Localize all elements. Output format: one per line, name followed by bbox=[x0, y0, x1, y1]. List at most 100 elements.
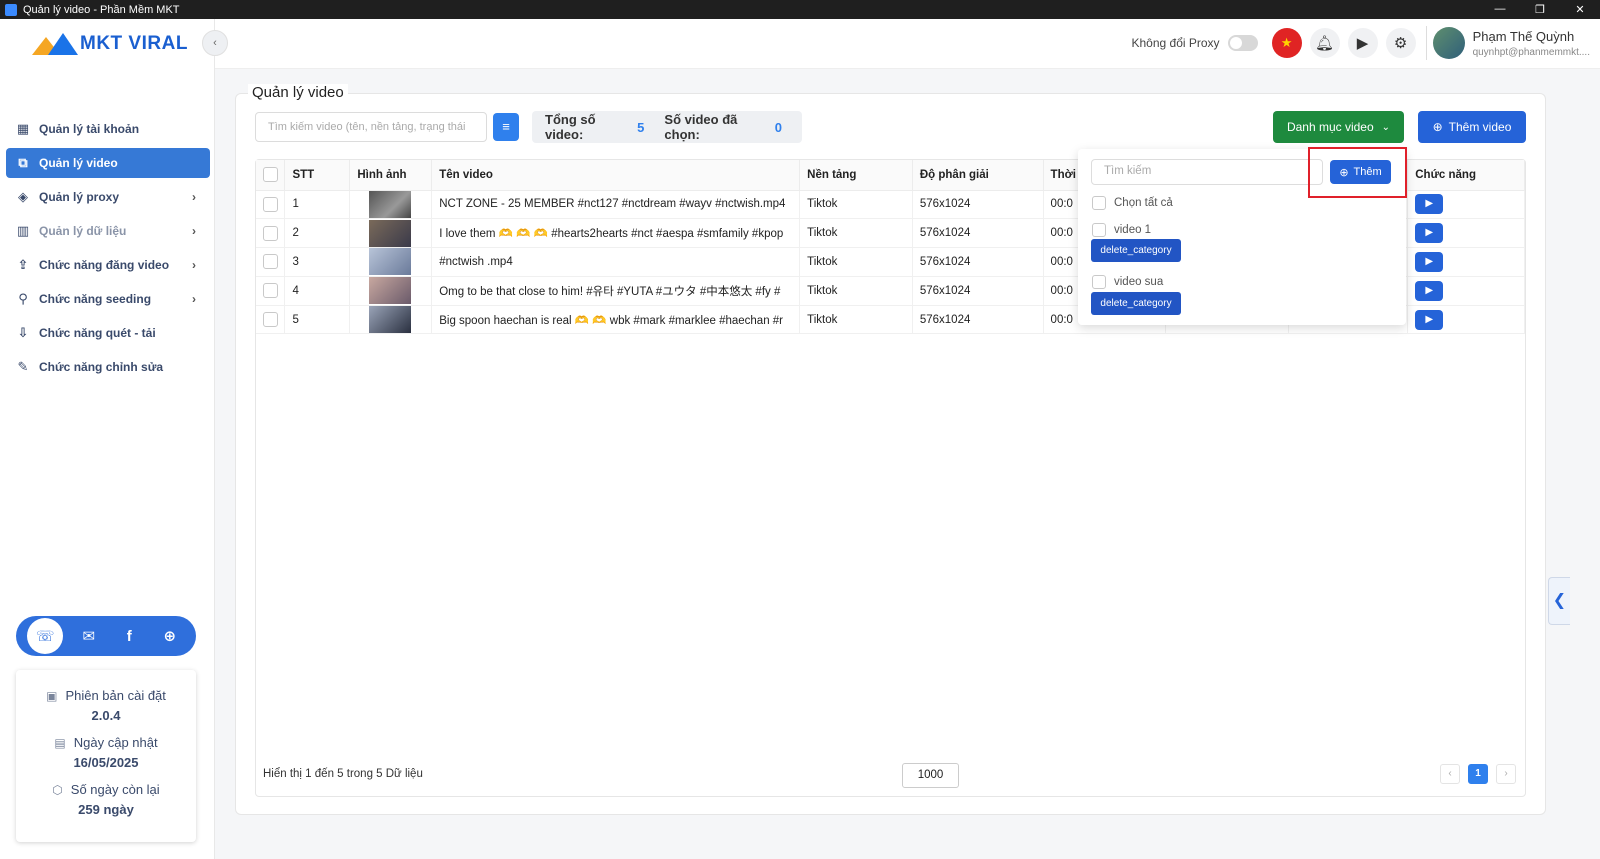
logo[interactable]: MKT VIRAL bbox=[32, 33, 188, 55]
sidebar-item-seeding[interactable]: ⚲ Chức năng seeding › bbox=[6, 284, 210, 314]
row-name: Big spoon haechan is real 🫶 🫶 wbk #mark … bbox=[431, 305, 801, 335]
facebook-icon[interactable]: f bbox=[114, 621, 144, 651]
col-stt: STT bbox=[284, 160, 351, 191]
days-label: Số ngày còn lại bbox=[70, 782, 160, 797]
play-button[interactable]: ▶ bbox=[1415, 280, 1444, 301]
sidebar-item-edit[interactable]: ✎ Chức năng chỉnh sửa bbox=[6, 352, 210, 382]
row-name: Omg to be that close to him! #유타 #YUTA #… bbox=[431, 276, 801, 306]
row-platform: Tiktok bbox=[799, 218, 913, 249]
days-value: 259 ngày bbox=[78, 802, 134, 817]
row-name: I love them 🫶 🫶 🫶 #hearts2hearts #nct #a… bbox=[431, 218, 801, 249]
row-checkbox[interactable] bbox=[263, 312, 278, 328]
video-thumbnail bbox=[369, 306, 412, 333]
row-checkbox[interactable] bbox=[263, 283, 278, 299]
row-checkbox[interactable] bbox=[263, 196, 278, 212]
selected-label: Số video đã chọn: bbox=[664, 112, 738, 142]
sidebar-item-label: Quản lý proxy bbox=[39, 190, 120, 204]
zalo-icon[interactable]: ✉ bbox=[74, 621, 104, 651]
category-item[interactable]: video 1 bbox=[1092, 223, 1151, 237]
version-value: 2.0.4 bbox=[91, 708, 121, 723]
upload-icon: ⇪ bbox=[17, 257, 29, 272]
close-button[interactable]: ✕ bbox=[1560, 3, 1600, 16]
filter-button[interactable]: ≡ bbox=[493, 113, 519, 141]
chevron-down-icon: ⌄ bbox=[1381, 121, 1391, 133]
category-checkbox[interactable] bbox=[1092, 223, 1106, 237]
select-all-categories[interactable]: Chọn tất cả bbox=[1092, 196, 1173, 210]
sidebar-item-videos[interactable]: ⧉ Quản lý video bbox=[6, 148, 210, 178]
logo-text: MKT VIRAL bbox=[80, 33, 188, 54]
sidebar-item-accounts[interactable]: ▦ Quản lý tài khoản bbox=[6, 114, 210, 144]
version-icon: ▣ bbox=[46, 689, 58, 703]
update-label: Ngày cập nhật bbox=[73, 735, 158, 750]
category-name: video 1 bbox=[1114, 224, 1152, 236]
window-title: Quản lý video - Phần Mềm MKT bbox=[23, 3, 180, 16]
select-all-checkbox-cell[interactable] bbox=[256, 160, 286, 191]
page-button-current[interactable]: 1 bbox=[1468, 764, 1488, 784]
minimize-button[interactable]: — bbox=[1480, 3, 1520, 16]
calendar-icon: ▤ bbox=[54, 736, 66, 750]
row-stt: 3 bbox=[284, 247, 351, 277]
grid-icon: ▦ bbox=[16, 121, 30, 136]
avatar[interactable] bbox=[1432, 27, 1465, 59]
sidebar-item-data[interactable]: ▥ Quản lý dữ liệu › bbox=[6, 216, 210, 246]
row-checkbox[interactable] bbox=[263, 254, 278, 270]
play-circle-icon[interactable]: ▶ bbox=[1347, 28, 1378, 58]
video-icon: ⧉ bbox=[18, 155, 28, 170]
row-platform: Tiktok bbox=[799, 276, 913, 306]
video-thumbnail bbox=[369, 190, 412, 218]
row-resolution: 576x1024 bbox=[912, 276, 1044, 306]
play-button[interactable]: ▶ bbox=[1415, 194, 1444, 215]
chevron-left-icon: ❮ bbox=[1552, 592, 1567, 609]
search-input[interactable]: Tìm kiếm video (tên, nền tảng, trạng thá… bbox=[255, 112, 487, 142]
delete-category-button[interactable]: delete_category bbox=[1091, 292, 1181, 315]
play-button[interactable]: ▶ bbox=[1415, 309, 1444, 330]
row-stt: 5 bbox=[284, 305, 351, 335]
proxy-toggle[interactable] bbox=[1227, 35, 1258, 51]
category-item[interactable]: video sua bbox=[1092, 275, 1163, 289]
window-titlebar: Quản lý video - Phần Mềm MKT — ❐ ✕ bbox=[0, 0, 1600, 19]
play-button[interactable]: ▶ bbox=[1415, 223, 1444, 244]
row-stt: 2 bbox=[284, 218, 351, 249]
select-all-categories-checkbox[interactable] bbox=[1092, 196, 1106, 210]
sidebar-menu: ▦ Quản lý tài khoản ⧉ Quản lý video ◈ Qu… bbox=[6, 114, 210, 386]
support-icon[interactable]: ☏ bbox=[27, 618, 64, 654]
page-size-input[interactable]: 1000 bbox=[902, 763, 959, 788]
play-button[interactable]: ▶ bbox=[1415, 251, 1444, 272]
sidebar-item-label: Quản lý dữ liệu bbox=[39, 224, 127, 238]
category-name: video sua bbox=[1114, 276, 1164, 288]
row-checkbox[interactable] bbox=[263, 225, 278, 241]
category-checkbox[interactable] bbox=[1092, 275, 1106, 289]
col-platform: Nền tảng bbox=[799, 160, 913, 191]
layers-icon: ◈ bbox=[18, 189, 28, 204]
col-resolution: Độ phân giải bbox=[912, 160, 1044, 191]
gear-icon[interactable]: ⚙ bbox=[1385, 28, 1416, 58]
language-flag-icon[interactable]: ★ bbox=[1271, 28, 1302, 58]
row-platform: Tiktok bbox=[799, 247, 913, 277]
sidebar-item-post-video[interactable]: ⇪ Chức năng đăng video › bbox=[6, 250, 210, 280]
row-resolution: 576x1024 bbox=[912, 218, 1044, 249]
top-header: Không đổi Proxy ★ 🔔︎ ▶ ⚙ Phạm Thế Quỳnh … bbox=[215, 19, 1600, 69]
prev-page-button[interactable]: ‹ bbox=[1440, 764, 1460, 784]
select-all-checkbox[interactable] bbox=[263, 167, 278, 183]
chevron-right-icon: › bbox=[192, 224, 196, 238]
video-category-button[interactable]: Danh mục video ⌄ bbox=[1273, 111, 1404, 143]
category-dropdown: Tìm kiếm ⊕ Thêm Chọn tất cả video 1 dele… bbox=[1078, 147, 1407, 325]
add-video-button[interactable]: ⊕ Thêm video bbox=[1418, 111, 1526, 143]
row-resolution: 576x1024 bbox=[912, 247, 1044, 277]
sidebar-item-proxy[interactable]: ◈ Quản lý proxy › bbox=[6, 182, 210, 212]
collapse-sidebar-button[interactable]: ‹ bbox=[202, 30, 228, 56]
category-search-input[interactable]: Tìm kiếm bbox=[1091, 159, 1323, 185]
pagination: ‹ 1 › bbox=[1440, 764, 1524, 784]
delete-category-button[interactable]: delete_category bbox=[1091, 239, 1181, 262]
maximize-button[interactable]: ❐ bbox=[1520, 3, 1560, 16]
side-drawer-toggle[interactable]: ❮ bbox=[1548, 577, 1570, 625]
video-stats: Tổng số video: 5 Số video đã chọn: 0 bbox=[532, 111, 802, 143]
user-info[interactable]: Phạm Thế Quỳnh quynhpt@phanmemmkt.... bbox=[1473, 29, 1590, 58]
sidebar-item-scan-download[interactable]: ⇩ Chức năng quét - tải bbox=[6, 318, 210, 348]
next-page-button[interactable]: › bbox=[1496, 764, 1516, 784]
globe-icon[interactable]: ⊕ bbox=[155, 621, 185, 651]
row-platform: Tiktok bbox=[799, 190, 913, 220]
bell-icon[interactable]: 🔔︎ bbox=[1309, 28, 1340, 58]
plus-circle-icon: ⊕ bbox=[1432, 120, 1443, 134]
info-card: ▣ Phiên bản cài đặt 2.0.4 ▤ Ngày cập nhật … bbox=[16, 670, 196, 842]
